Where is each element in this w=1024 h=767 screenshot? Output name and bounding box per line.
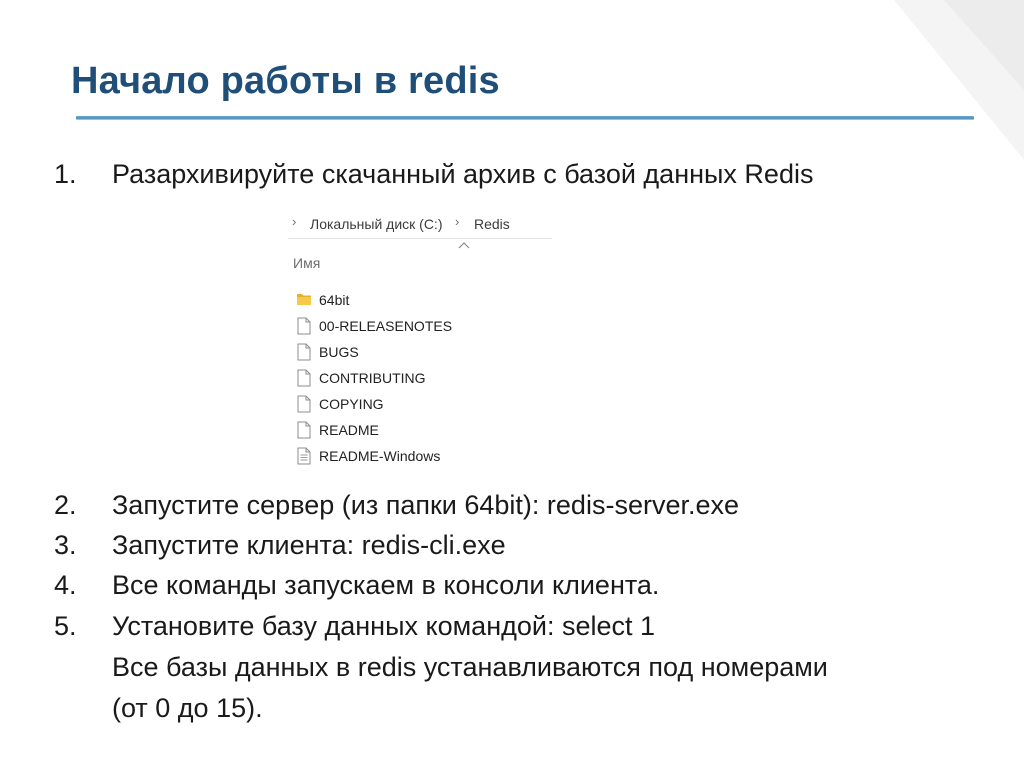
step-number: 2. [54, 490, 77, 520]
breadcrumb-item-disk[interactable]: Локальный диск (C:) [310, 216, 443, 232]
folder-icon [297, 294, 311, 305]
file-name: COPYING [319, 396, 384, 412]
file-name: README-Windows [319, 448, 441, 464]
file-explorer-screenshot: › Локальный диск (C:) › Redis Имя 64bit … [288, 208, 556, 474]
step-text: Все команды запускаем в консоли клиента. [112, 570, 660, 600]
breadcrumb-item-redis[interactable]: Redis [474, 216, 510, 232]
step-number: 4. [54, 570, 77, 600]
file-icon [297, 421, 311, 439]
chevron-right-icon: › [455, 214, 460, 229]
corner-decoration [894, 0, 1024, 160]
breadcrumb: › Локальный диск (C:) › Redis [288, 208, 552, 239]
file-icon [297, 317, 311, 335]
slide-title: Начало работы в redis [71, 60, 500, 102]
step-text: Запустите сервер (из папки 64bit): redis… [112, 490, 739, 520]
step-number: 5. [54, 611, 77, 641]
step-continuation: (от 0 до 15). [112, 693, 263, 723]
file-name: 00-RELEASENOTES [319, 318, 453, 334]
title-divider [76, 116, 974, 120]
sort-caret-icon [458, 242, 470, 249]
chevron-right-icon: › [292, 214, 297, 229]
slide: Начало работы в redis 1. Разархивируйте … [0, 0, 1024, 767]
file-icon [297, 395, 311, 413]
step-text: Разархивируйте скачанный архив с базой д… [112, 159, 814, 189]
step-text: Установите базу данных командой: select … [112, 611, 656, 641]
file-name: CONTRIBUTING [319, 370, 426, 386]
step-number: 3. [54, 530, 77, 560]
step-continuation: Все базы данных в redis устанавливаются … [112, 652, 828, 682]
file-name: 64bit [319, 292, 350, 308]
file-name: README [319, 422, 379, 438]
document-icon [297, 447, 311, 465]
column-header-name[interactable]: Имя [293, 255, 320, 271]
file-icon [297, 369, 311, 387]
step-number: 1. [54, 159, 77, 189]
file-name: BUGS [319, 344, 359, 360]
file-icon [297, 343, 311, 361]
step-text: Запустите клиента: redis-cli.exe [112, 530, 506, 560]
